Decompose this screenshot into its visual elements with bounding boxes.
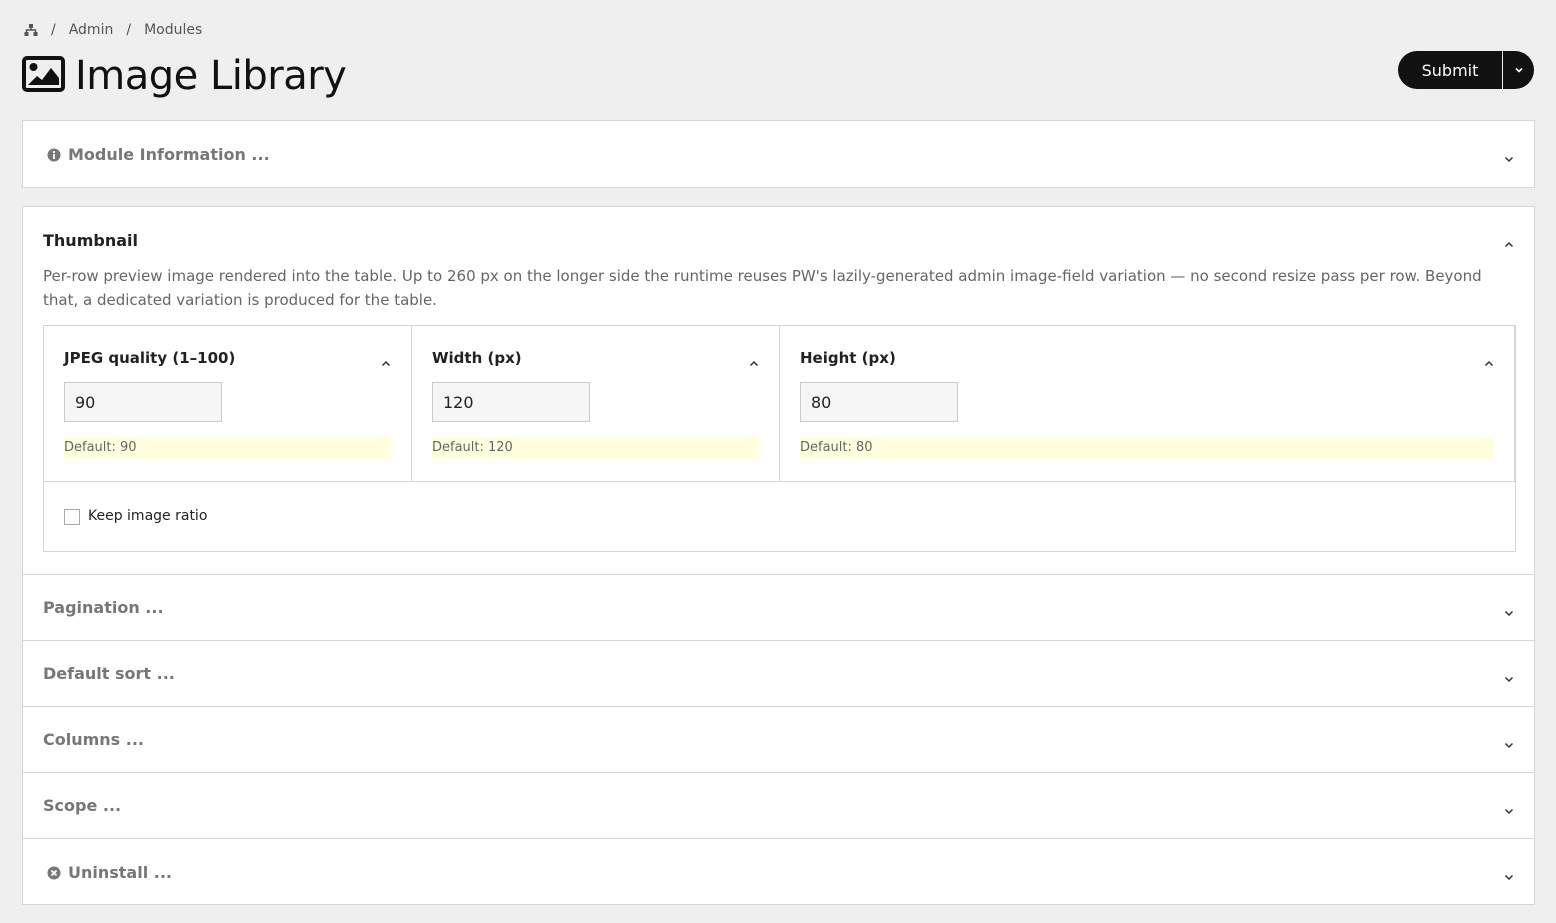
keep-ratio-row: Keep image ratio <box>44 481 1515 552</box>
breadcrumb-modules[interactable]: Modules <box>144 22 202 38</box>
chevron-down-icon[interactable] <box>1504 867 1514 881</box>
image-icon <box>22 56 65 96</box>
panel-module-information: Module Information ... <box>22 120 1535 188</box>
panel-title: Thumbnail <box>43 230 138 250</box>
field-default-note: Default: 80 <box>800 437 1494 459</box>
panel-title: Scope ... <box>43 796 122 815</box>
panel-header-uninstall[interactable]: Uninstall ... <box>23 839 1534 905</box>
panel-title: Columns ... <box>43 730 144 749</box>
keep-ratio-checkbox[interactable] <box>64 509 80 525</box>
chevron-down-icon[interactable] <box>1504 149 1514 163</box>
field-default-note: Default: 120 <box>432 437 759 459</box>
panel-header-pagination[interactable]: Pagination ... <box>23 575 1534 640</box>
submit-options-button[interactable] <box>1503 51 1534 89</box>
info-circle-icon <box>47 147 61 162</box>
chevron-up-icon[interactable] <box>1504 235 1514 248</box>
field-label: JPEG quality (1–100) <box>64 349 236 367</box>
panel-uninstall: Uninstall ... <box>23 838 1534 905</box>
field-jpeg-quality: JPEG quality (1–100) Default: 90 <box>44 326 412 481</box>
panel-scope: Scope ... <box>23 772 1534 838</box>
breadcrumb-separator: / <box>51 22 56 38</box>
panel-columns: Columns ... <box>23 706 1534 772</box>
panel-header-columns[interactable]: Columns ... <box>23 707 1534 772</box>
panel-default-sort: Default sort ... <box>23 640 1534 706</box>
breadcrumb-separator: / <box>126 22 132 38</box>
chevron-down-icon <box>1514 63 1524 78</box>
chevron-down-icon[interactable] <box>1504 603 1514 616</box>
chevron-down-icon[interactable] <box>1504 735 1514 748</box>
panel-title: Uninstall ... <box>68 862 172 882</box>
page-header: Image Library <box>22 50 347 102</box>
panel-title: Module Information ... <box>68 144 270 164</box>
panel-header-scope[interactable]: Scope ... <box>23 773 1534 838</box>
jpeg-quality-input[interactable] <box>64 382 222 422</box>
submit-group: Submit <box>1398 51 1534 89</box>
panel-title: Pagination ... <box>43 598 164 617</box>
chevron-down-icon[interactable] <box>1504 801 1514 814</box>
width-input[interactable] <box>432 382 590 422</box>
field-height: Height (px) Default: 80 <box>780 326 1515 481</box>
breadcrumb: / Admin / Modules <box>24 20 202 40</box>
field-label: Width (px) <box>432 349 522 367</box>
panel-description: Per-row preview image rendered into the … <box>43 267 1482 309</box>
page-title: Image Library <box>75 53 347 99</box>
panel-thumbnail: Thumbnail Per-row preview image rendered… <box>23 207 1534 574</box>
panel-title: Default sort ... <box>43 664 175 683</box>
panel-stack: Thumbnail Per-row preview image rendered… <box>22 206 1535 905</box>
chevron-up-icon[interactable] <box>381 354 391 367</box>
panel-pagination: Pagination ... <box>23 574 1534 640</box>
keep-ratio-label[interactable]: Keep image ratio <box>88 508 207 524</box>
field-default-note: Default: 90 <box>64 437 391 459</box>
height-input[interactable] <box>800 382 958 422</box>
sitemap-icon[interactable] <box>24 23 38 37</box>
thumbnail-fields: JPEG quality (1–100) Default: 90 Width (… <box>43 325 1516 552</box>
panel-header-module-information[interactable]: Module Information ... <box>23 121 1534 187</box>
chevron-up-icon[interactable] <box>749 354 759 367</box>
chevron-up-icon[interactable] <box>1484 354 1494 367</box>
field-width: Width (px) Default: 120 <box>412 326 780 481</box>
chevron-down-icon[interactable] <box>1504 669 1514 682</box>
times-circle-icon <box>47 865 61 880</box>
panel-header-default-sort[interactable]: Default sort ... <box>23 641 1534 706</box>
breadcrumb-admin[interactable]: Admin <box>69 22 114 38</box>
submit-button[interactable]: Submit <box>1398 51 1502 89</box>
field-label: Height (px) <box>800 349 896 367</box>
